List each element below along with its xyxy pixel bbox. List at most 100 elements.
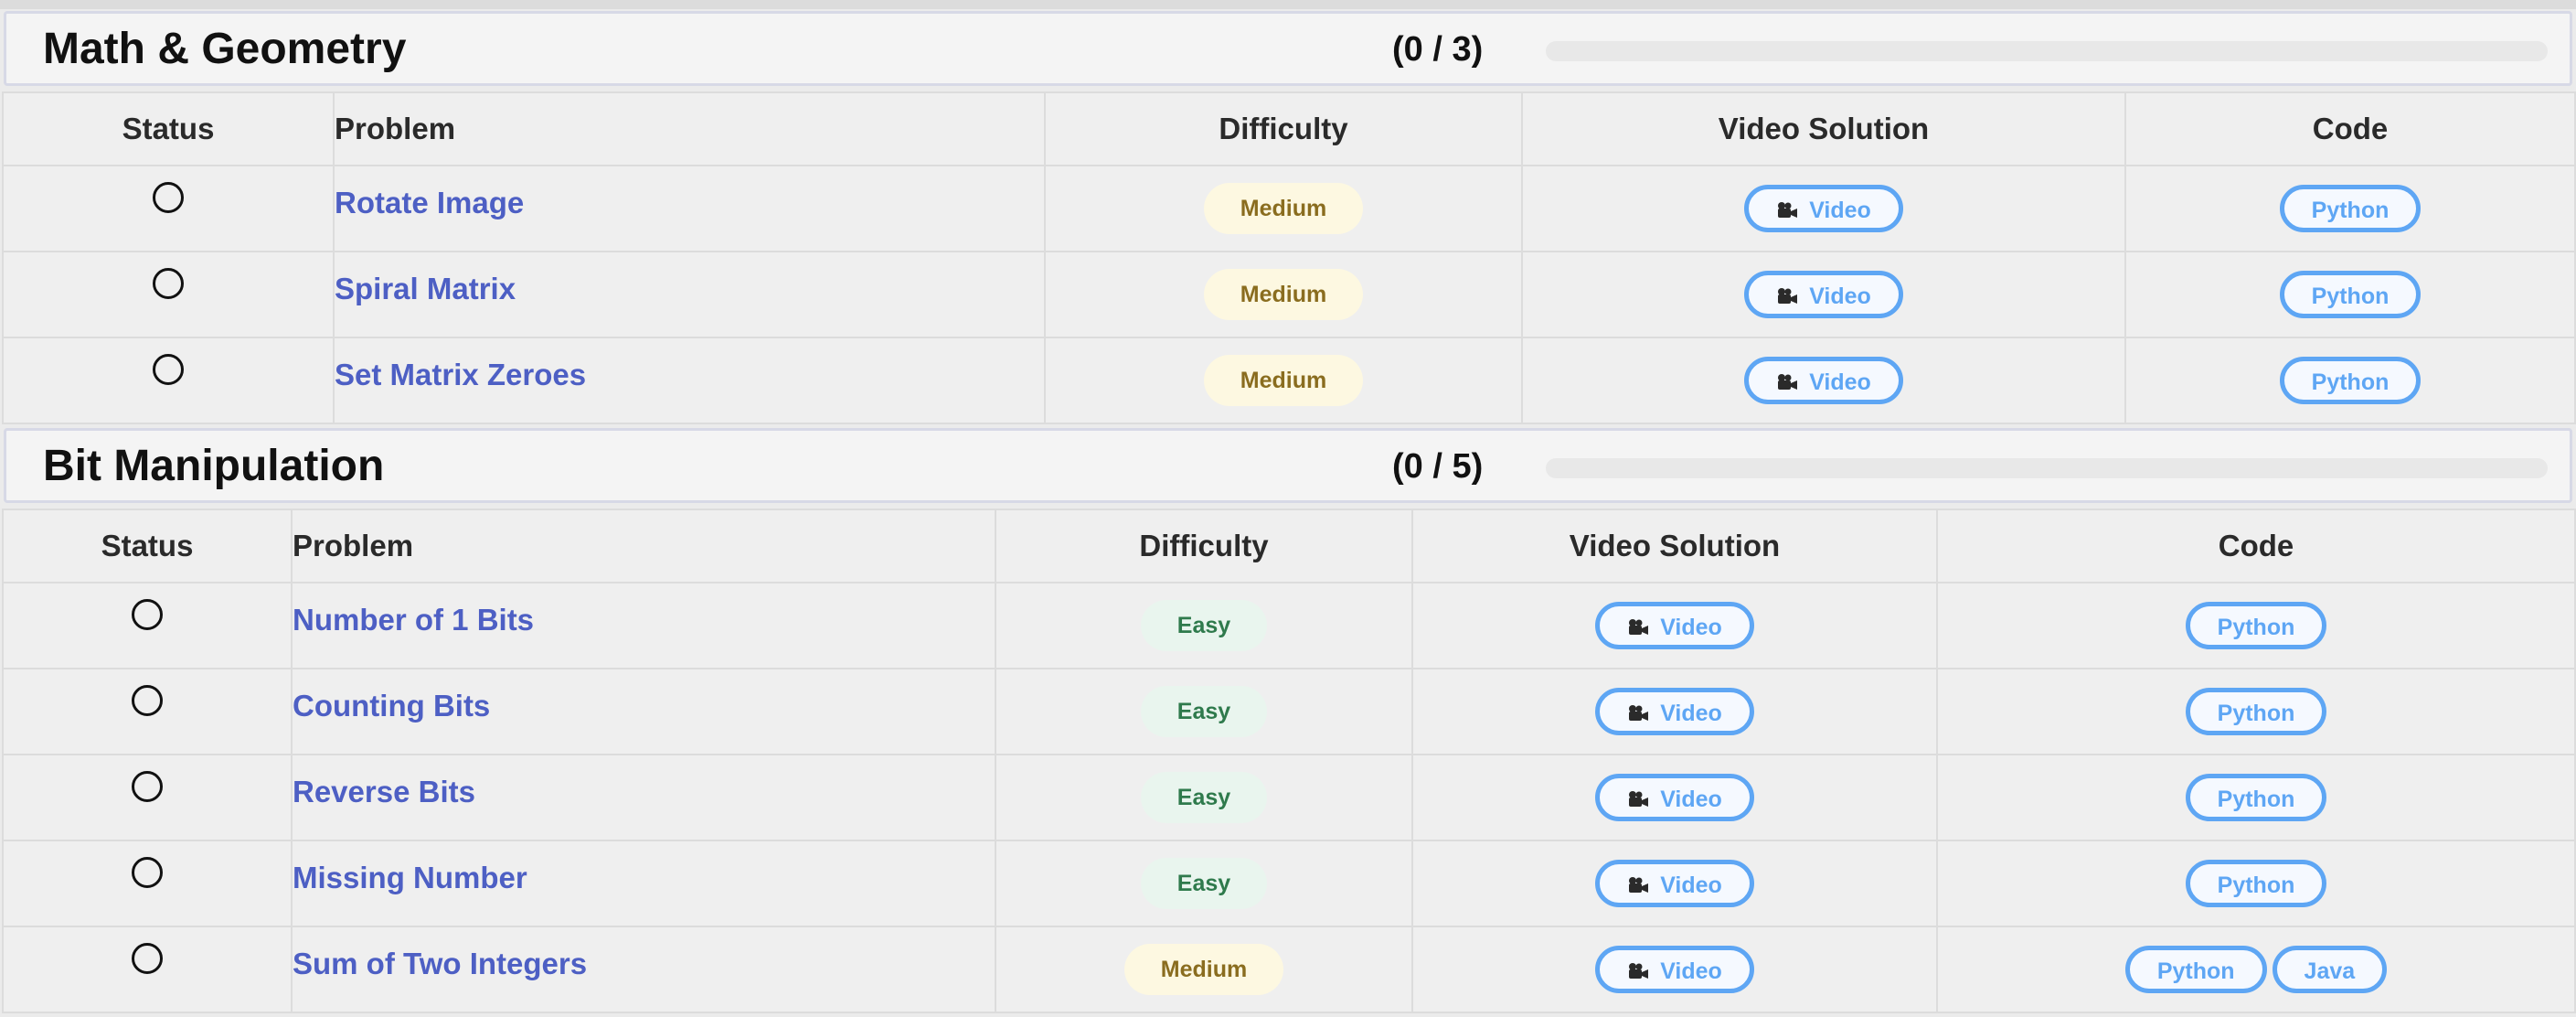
- difficulty-badge: Easy: [1140, 858, 1268, 909]
- video-camera-icon: [1629, 619, 1649, 635]
- empty-circle-icon[interactable]: [132, 856, 163, 888]
- video-button[interactable]: Video: [1595, 602, 1754, 649]
- video-solution-cell: Video: [1411, 754, 1938, 841]
- section-header[interactable]: Math & Geometry (0 / 3): [4, 11, 2572, 86]
- status-cell: [2, 165, 335, 252]
- table-row: Reverse Bits Easy Video Python: [2, 754, 2576, 841]
- empty-circle-icon[interactable]: [132, 770, 163, 802]
- code-cell: Python: [1936, 840, 2576, 927]
- column-header-video-solution: Video Solution: [1411, 508, 1938, 583]
- python-code-button[interactable]: Python: [2279, 271, 2422, 318]
- video-camera-icon: [1629, 963, 1649, 979]
- problem-link[interactable]: Set Matrix Zeroes: [335, 358, 586, 391]
- video-camera-icon: [1629, 877, 1649, 893]
- section-header[interactable]: Bit Manipulation (0 / 5): [4, 428, 2572, 503]
- video-button-label: Video: [1809, 369, 1871, 395]
- python-code-button[interactable]: Python: [2185, 688, 2327, 735]
- problem-link[interactable]: Spiral Matrix: [335, 272, 516, 305]
- status-cell: [2, 582, 293, 669]
- video-button[interactable]: Video: [1595, 688, 1754, 735]
- problem-table: Status Problem Difficulty Video Solution…: [2, 91, 2576, 424]
- video-button[interactable]: Video: [1744, 357, 1903, 404]
- code-cell: Python: [2124, 251, 2576, 338]
- empty-circle-icon[interactable]: [132, 684, 163, 716]
- video-camera-icon: [1629, 791, 1649, 807]
- column-header-video-solution: Video Solution: [1521, 91, 2126, 166]
- table-body: Number of 1 Bits Easy Video Python Counting …: [2, 582, 2576, 1013]
- difficulty-badge: Easy: [1140, 686, 1268, 737]
- section-title: Math & Geometry: [43, 25, 407, 73]
- video-button-label: Video: [1660, 872, 1722, 898]
- python-code-button[interactable]: Python: [2185, 602, 2327, 649]
- empty-circle-icon[interactable]: [153, 353, 184, 385]
- python-code-button[interactable]: Python: [2185, 774, 2327, 821]
- code-cell: Python: [2124, 337, 2576, 424]
- video-button[interactable]: Video: [1744, 271, 1903, 318]
- video-camera-icon: [1629, 705, 1649, 721]
- column-header-status: Status: [2, 508, 293, 583]
- code-cell: Python: [2124, 165, 2576, 252]
- difficulty-badge: Easy: [1140, 600, 1268, 651]
- code-cell: Python: [1936, 668, 2576, 755]
- status-cell: [2, 251, 335, 338]
- difficulty-badge: Medium: [1203, 183, 1364, 234]
- video-solution-cell: Video: [1521, 337, 2126, 424]
- table-header-row: Status Problem Difficulty Video Solution…: [2, 91, 2576, 166]
- problem-link[interactable]: Missing Number: [293, 861, 527, 894]
- difficulty-badge: Easy: [1140, 772, 1268, 823]
- column-header-code: Code: [2124, 91, 2576, 166]
- section-title: Bit Manipulation: [43, 442, 385, 490]
- video-button-label: Video: [1809, 198, 1871, 223]
- video-solution-cell: Video: [1411, 840, 1938, 927]
- column-header-problem: Problem: [333, 91, 1046, 166]
- column-header-difficulty: Difficulty: [995, 508, 1413, 583]
- problem-table: Status Problem Difficulty Video Solution…: [2, 508, 2576, 1013]
- problem-link[interactable]: Reverse Bits: [293, 775, 475, 808]
- table-body: Rotate Image Medium Video Python Spiral Matr…: [2, 165, 2576, 424]
- java-code-button[interactable]: Java: [2272, 946, 2388, 993]
- problem-link[interactable]: Rotate Image: [335, 186, 524, 219]
- problem-cell: Reverse Bits: [291, 754, 996, 841]
- code-cell: Python Java: [1936, 926, 2576, 1013]
- status-cell: [2, 668, 293, 755]
- problem-link[interactable]: Number of 1 Bits: [293, 603, 534, 637]
- video-button-label: Video: [1660, 958, 1722, 984]
- section-progress-bar: [1546, 41, 2548, 61]
- table-row: Rotate Image Medium Video Python: [2, 165, 2576, 252]
- top-divider: [0, 0, 2576, 9]
- video-button[interactable]: Video: [1595, 774, 1754, 821]
- python-code-button[interactable]: Python: [2124, 946, 2267, 993]
- difficulty-badge: Medium: [1203, 269, 1364, 320]
- video-button[interactable]: Video: [1744, 185, 1903, 232]
- table-row: Number of 1 Bits Easy Video Python: [2, 582, 2576, 669]
- problem-cell: Number of 1 Bits: [291, 582, 996, 669]
- video-camera-icon: [1778, 288, 1798, 304]
- python-code-button[interactable]: Python: [2185, 860, 2327, 907]
- difficulty-cell: Medium: [1044, 165, 1523, 252]
- difficulty-cell: Medium: [1044, 337, 1523, 424]
- table-row: Sum of Two Integers Medium Video Python Java: [2, 926, 2576, 1013]
- empty-circle-icon[interactable]: [153, 181, 184, 213]
- video-button[interactable]: Video: [1595, 860, 1754, 907]
- problem-link[interactable]: Sum of Two Integers: [293, 947, 587, 980]
- section-progress-bar: [1546, 458, 2548, 478]
- table-row: Counting Bits Easy Video Python: [2, 668, 2576, 755]
- problem-cell: Sum of Two Integers: [291, 926, 996, 1013]
- video-camera-icon: [1778, 202, 1798, 218]
- difficulty-cell: Easy: [995, 668, 1413, 755]
- column-header-difficulty: Difficulty: [1044, 91, 1523, 166]
- video-button[interactable]: Video: [1595, 946, 1754, 993]
- column-header-problem: Problem: [291, 508, 996, 583]
- python-code-button[interactable]: Python: [2279, 357, 2422, 404]
- column-header-code: Code: [1936, 508, 2576, 583]
- problem-link[interactable]: Counting Bits: [293, 689, 490, 723]
- table-row: Missing Number Easy Video Python: [2, 840, 2576, 927]
- python-code-button[interactable]: Python: [2279, 185, 2422, 232]
- status-cell: [2, 754, 293, 841]
- difficulty-cell: Easy: [995, 840, 1413, 927]
- empty-circle-icon[interactable]: [132, 598, 163, 630]
- status-cell: [2, 926, 293, 1013]
- empty-circle-icon[interactable]: [132, 942, 163, 974]
- empty-circle-icon[interactable]: [153, 267, 184, 299]
- problem-cell: Rotate Image: [333, 165, 1046, 252]
